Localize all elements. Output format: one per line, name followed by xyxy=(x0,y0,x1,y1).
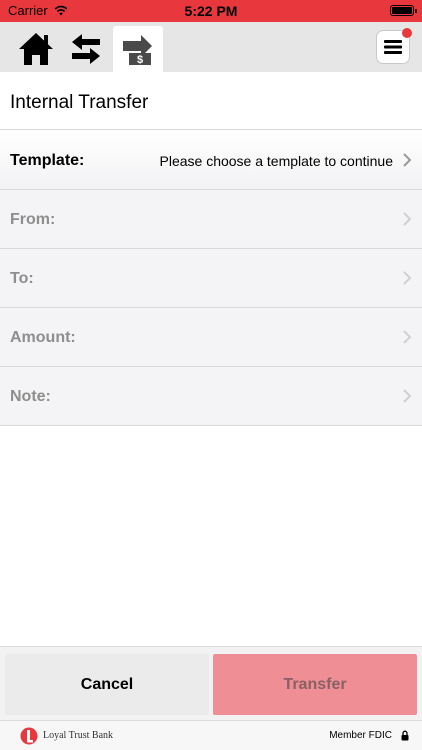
lock-icon xyxy=(401,730,409,741)
svg-text:$: $ xyxy=(137,54,143,66)
bank-logo-icon xyxy=(20,727,38,745)
template-value: Please choose a template to continue xyxy=(159,153,394,169)
note-row[interactable]: Note: xyxy=(0,367,422,426)
footer: Loyal Trust Bank Member FDIC xyxy=(0,720,422,750)
template-label: Template: xyxy=(10,152,85,169)
page-header: Internal Transfer xyxy=(0,72,422,130)
from-row[interactable]: From: xyxy=(0,190,422,249)
top-toolbar: $ xyxy=(0,22,422,72)
amount-label: Amount: xyxy=(10,329,76,346)
from-label: From: xyxy=(10,211,56,228)
page-title: Internal Transfer xyxy=(10,92,149,113)
fdic-label: Member FDIC xyxy=(329,730,392,741)
bank-name: Loyal Trust Bank xyxy=(43,730,114,741)
chevron-right-icon xyxy=(403,330,412,344)
menu-button[interactable] xyxy=(376,28,412,64)
chevron-right-icon xyxy=(403,212,412,226)
chevron-right-icon xyxy=(403,271,412,285)
clock: 5:22 PM xyxy=(184,3,238,19)
action-bar: Cancel Transfer xyxy=(0,646,422,720)
template-row[interactable]: Template: Please choose a template to co… xyxy=(0,131,422,190)
hamburger-menu-icon xyxy=(384,40,402,54)
transfer-dollar-icon: $ xyxy=(123,35,152,66)
status-bar: Carrier 5:22 PM xyxy=(0,0,422,22)
notification-badge xyxy=(402,28,412,38)
to-row[interactable]: To: xyxy=(0,249,422,308)
chevron-right-icon xyxy=(403,153,412,167)
internal-transfer-button[interactable]: $ xyxy=(113,26,163,72)
home-icon xyxy=(19,33,53,65)
home-button[interactable] xyxy=(12,26,60,72)
battery-full-icon xyxy=(390,5,417,16)
note-label: Note: xyxy=(10,388,51,405)
cancel-button[interactable]: Cancel xyxy=(5,654,209,715)
amount-row[interactable]: Amount: xyxy=(0,308,422,367)
to-label: To: xyxy=(10,270,34,287)
swap-arrows-icon xyxy=(72,34,100,64)
transfer-button[interactable]: Transfer xyxy=(213,654,417,715)
chevron-right-icon xyxy=(403,389,412,403)
transfers-button[interactable] xyxy=(62,26,110,72)
